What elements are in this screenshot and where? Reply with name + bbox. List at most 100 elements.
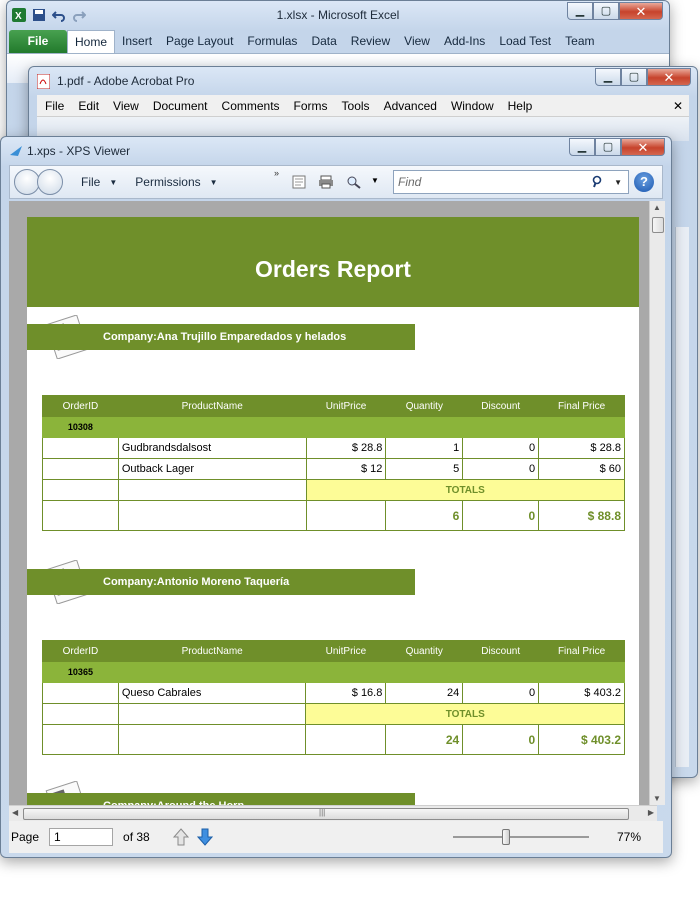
quantity: 1 xyxy=(385,437,464,459)
total-discount: 0 xyxy=(462,500,540,531)
redo-icon[interactable] xyxy=(72,8,86,22)
previous-page-icon[interactable] xyxy=(173,828,189,846)
discount: 0 xyxy=(462,437,540,459)
xps-toolbar: File ▼ Permissions ▼ » ▼ Find ▼ ? xyxy=(9,165,663,199)
ribbon-tab-data[interactable]: Data xyxy=(304,34,343,48)
totals-label-row: TOTALS xyxy=(42,479,626,501)
column-header-productname: ProductName xyxy=(117,395,307,417)
column-header-discount: Discount xyxy=(462,640,540,662)
minimize-button[interactable]: ▁ xyxy=(567,2,593,20)
permissions-menu-button[interactable]: Permissions ▼ xyxy=(135,175,217,189)
zoom-level: 77% xyxy=(616,830,641,844)
excel-quick-access: X xyxy=(12,8,86,22)
ribbon-tab-load-test[interactable]: Load Test xyxy=(492,34,558,48)
horizontal-scrollbar[interactable]: ◀ ||| ▶ xyxy=(9,805,657,821)
totals-label: TOTALS xyxy=(305,703,625,725)
table-header-row: OrderID ProductName UnitPrice Quantity D… xyxy=(42,395,625,417)
ribbon-tab-formulas[interactable]: Formulas xyxy=(240,34,304,48)
menu-help[interactable]: Help xyxy=(508,99,533,113)
document-outline-icon[interactable] xyxy=(291,175,307,189)
menu-advanced[interactable]: Advanced xyxy=(384,99,437,113)
zoom-chevron-down-icon[interactable]: ▼ xyxy=(371,176,379,185)
chevron-down-icon: ▼ xyxy=(209,177,218,187)
vertical-scroll-thumb[interactable] xyxy=(652,217,664,233)
file-menu-label: File xyxy=(81,175,101,189)
orders-table: OrderID ProductName UnitPrice Quantity D… xyxy=(42,640,626,755)
menu-forms[interactable]: Forms xyxy=(294,99,328,113)
ribbon-tab-insert[interactable]: Insert xyxy=(115,34,159,48)
company-header: Company:Ana Trujillo Emparedados y helad… xyxy=(27,324,415,350)
menu-tools[interactable]: Tools xyxy=(342,99,370,113)
next-page-icon[interactable] xyxy=(197,828,213,846)
column-header-orderid: OrderID xyxy=(42,640,119,662)
search-input[interactable]: Find ▼ xyxy=(393,170,629,194)
excel-file-tab[interactable]: File xyxy=(9,29,67,53)
maximize-button[interactable]: ▢ xyxy=(595,138,621,156)
unit-price: $ 12 xyxy=(305,458,387,480)
search-options-chevron-icon[interactable]: ▼ xyxy=(614,172,622,194)
product-name: Outback Lager xyxy=(117,458,307,480)
discount: 0 xyxy=(462,682,540,704)
acrobat-menubar: File Edit View Document Comments Forms T… xyxy=(37,95,689,117)
column-header-orderid: OrderID xyxy=(42,395,119,417)
product-name: Queso Cabrales xyxy=(117,682,307,704)
undo-icon[interactable] xyxy=(52,8,66,22)
xps-window-controls: ▁ ▢ ✕ xyxy=(569,138,665,156)
ribbon-tab-review[interactable]: Review xyxy=(344,34,397,48)
menu-file[interactable]: File xyxy=(45,99,64,113)
column-header-unitprice: UnitPrice xyxy=(305,395,387,417)
vertical-scrollbar[interactable]: ▲ ▼ xyxy=(649,201,665,805)
xps-viewer-window: 1.xps - XPS Viewer ▁ ▢ ✕ File ▼ Permissi… xyxy=(0,136,672,858)
page-number-input[interactable]: 1 xyxy=(49,828,114,846)
menu-view[interactable]: View xyxy=(113,99,139,113)
forward-button[interactable] xyxy=(37,169,63,195)
ribbon-tab-home[interactable]: Home xyxy=(67,29,116,53)
column-header-final-price: Final Price xyxy=(538,640,625,662)
scroll-up-icon[interactable]: ▲ xyxy=(653,203,661,212)
ribbon-tab-view[interactable]: View xyxy=(397,34,437,48)
minimize-button[interactable]: ▁ xyxy=(595,68,621,86)
document-viewport[interactable]: Orders Report Company:Ana Trujillo Empar… xyxy=(9,201,657,805)
file-menu-button[interactable]: File ▼ xyxy=(81,175,117,189)
ribbon-tab-add-ins[interactable]: Add-Ins xyxy=(437,34,492,48)
zoom-slider-thumb[interactable] xyxy=(502,829,510,845)
menu-window[interactable]: Window xyxy=(451,99,494,113)
excel-app-icon: X xyxy=(12,8,26,22)
maximize-button[interactable]: ▢ xyxy=(621,68,647,86)
menu-comments[interactable]: Comments xyxy=(222,99,280,113)
order-id: 10365 xyxy=(42,661,119,683)
company-header: Company:Antonio Moreno Taquería xyxy=(27,569,415,595)
scroll-right-icon[interactable]: ▶ xyxy=(648,808,654,817)
horizontal-scroll-thumb[interactable] xyxy=(23,808,629,820)
unit-price: $ 16.8 xyxy=(305,682,387,704)
scroll-left-icon[interactable]: ◀ xyxy=(12,808,18,817)
search-icon[interactable] xyxy=(592,175,606,189)
save-icon[interactable] xyxy=(32,8,46,22)
scroll-down-icon[interactable]: ▼ xyxy=(653,794,661,803)
close-button[interactable]: ✕ xyxy=(619,2,663,20)
totals-row: 24 0 $ 403.2 xyxy=(42,724,625,755)
column-header-unitprice: UnitPrice xyxy=(305,640,387,662)
totals-label: TOTALS xyxy=(305,479,626,501)
close-button[interactable]: ✕ xyxy=(647,68,691,86)
help-button[interactable]: ? xyxy=(634,172,654,192)
close-document-icon[interactable]: ✕ xyxy=(673,99,683,113)
toolbar-overflow-icon[interactable]: » xyxy=(274,168,279,178)
minimize-button[interactable]: ▁ xyxy=(569,138,595,156)
order-id-row: 10308 xyxy=(42,416,626,438)
zoom-slider[interactable] xyxy=(453,829,589,845)
zoom-icon[interactable] xyxy=(346,175,362,189)
table-row: Gudbrandsdalsost $ 28.8 1 0 $ 28.8 xyxy=(42,437,625,459)
menu-document[interactable]: Document xyxy=(153,99,208,113)
print-icon[interactable] xyxy=(318,175,334,189)
acrobat-vertical-scrollbar[interactable] xyxy=(675,227,689,767)
menu-edit[interactable]: Edit xyxy=(78,99,99,113)
maximize-button[interactable]: ▢ xyxy=(593,2,619,20)
page-label: Page xyxy=(11,830,40,844)
close-button[interactable]: ✕ xyxy=(621,138,665,156)
unit-price: $ 28.8 xyxy=(305,437,387,459)
quantity: 24 xyxy=(385,682,464,704)
scroll-grip-icon: ||| xyxy=(319,808,326,817)
ribbon-tab-team[interactable]: Team xyxy=(558,34,601,48)
ribbon-tab-page-layout[interactable]: Page Layout xyxy=(159,34,240,48)
